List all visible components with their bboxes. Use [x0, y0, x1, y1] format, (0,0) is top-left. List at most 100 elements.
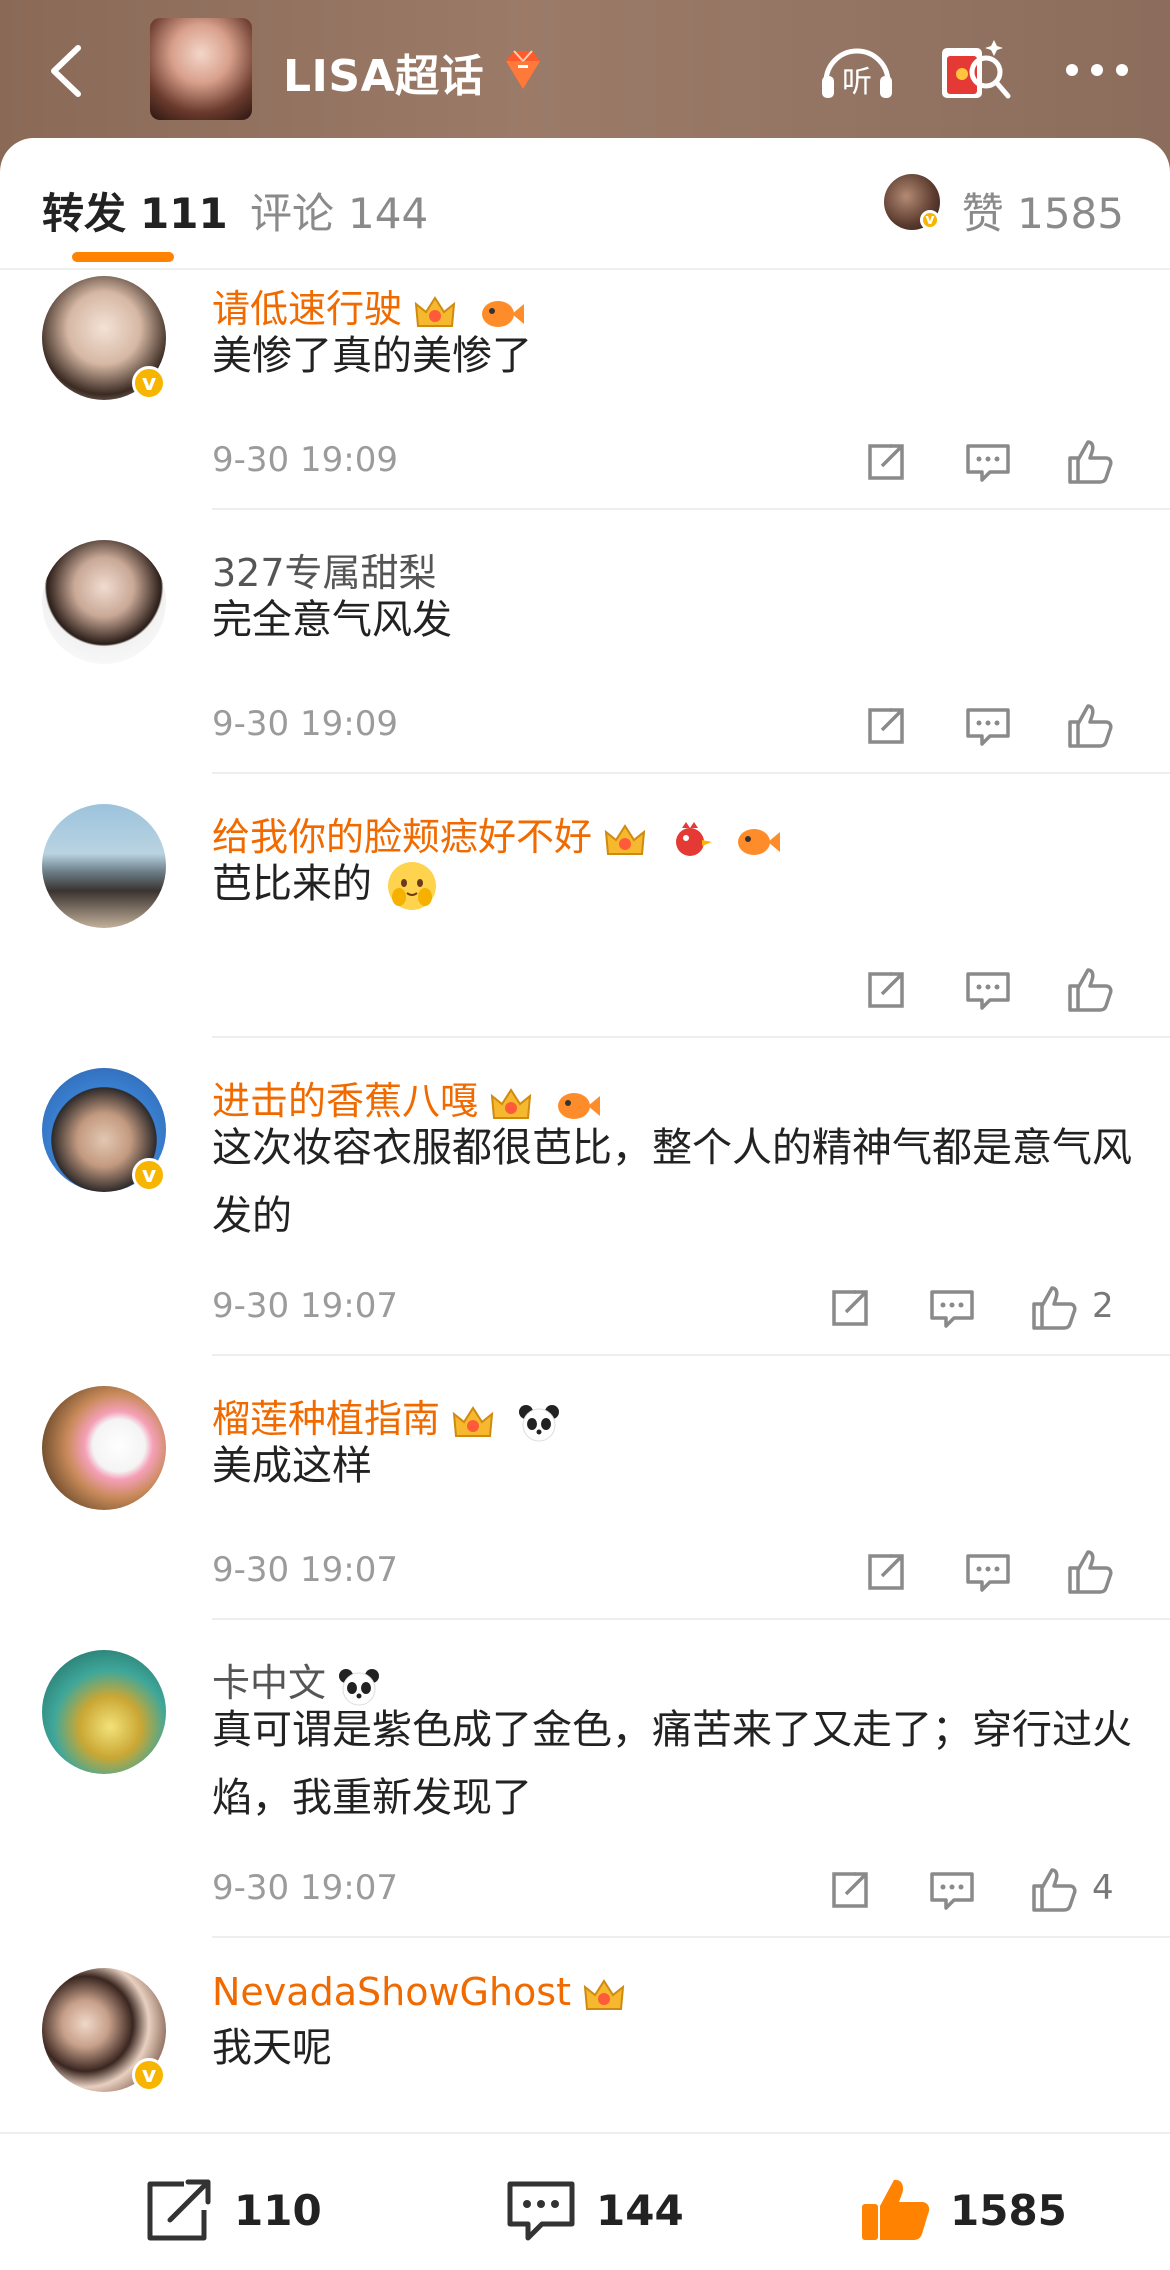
svg-text:听: 听 [842, 65, 872, 100]
tab-comment[interactable]: 评论 144 [250, 180, 428, 241]
avatar[interactable]: v [42, 1068, 166, 1192]
listen-button[interactable]: 听 [812, 26, 902, 116]
share-button[interactable] [858, 962, 914, 1018]
like-count: 4 [1092, 1868, 1114, 1908]
comment-actions [858, 962, 1128, 1018]
thumbs-up-icon [1068, 1550, 1113, 1594]
more-button[interactable] [1052, 26, 1142, 116]
avatar-image [42, 1386, 166, 1510]
avatar-image [42, 804, 166, 928]
page-title[interactable]: LISA超话 [283, 40, 484, 104]
comment-time: 9-30 19:09 [212, 440, 398, 480]
repost-button[interactable]: 110 [140, 2174, 340, 2244]
share-button[interactable] [822, 1280, 878, 1336]
like-button[interactable]: 2 [1026, 1280, 1114, 1336]
divider [212, 1036, 1170, 1038]
like-count: 1585 [950, 2186, 1067, 2235]
comment-text: 完全意气风发 [212, 597, 452, 643]
comment-icon [507, 2181, 575, 2241]
share-icon [147, 2179, 211, 2241]
like-count: 2 [1092, 1286, 1114, 1326]
comment-count: 144 [596, 2186, 684, 2235]
divider [212, 772, 1170, 774]
share-button[interactable] [858, 698, 914, 754]
bottom-action-bar: 110 144 1585 [0, 2132, 1170, 2270]
avatar-image [42, 540, 166, 664]
avatar[interactable] [42, 804, 166, 928]
divider [212, 508, 1170, 510]
comment-time: 9-30 19:07 [212, 1286, 398, 1326]
share-icon [868, 444, 904, 480]
comment-actions [858, 698, 1128, 754]
comment-button[interactable] [960, 434, 1016, 490]
comment-icon [930, 1872, 974, 1910]
comment-text-content: 芭比来的 [212, 861, 372, 907]
comment-time: 9-30 19:07 [212, 1868, 398, 1908]
like-button[interactable] [1062, 1544, 1118, 1600]
thumbs-up-icon [1068, 440, 1113, 484]
divider [212, 1618, 1170, 1620]
like-button[interactable] [1062, 434, 1118, 490]
thumbs-up-icon [1068, 968, 1113, 1012]
comment-icon [966, 972, 1010, 1010]
comment-button[interactable] [924, 1862, 980, 1918]
share-button[interactable] [822, 1862, 878, 1918]
comment-button[interactable] [960, 698, 1016, 754]
comment-icon [966, 1554, 1010, 1592]
share-icon [868, 1554, 904, 1590]
thumbs-up-icon [1068, 704, 1113, 748]
supertopic-avatar[interactable] [150, 18, 252, 120]
tab-bar: 转发 111 评论 144 v 赞 1585 [0, 138, 1170, 270]
comment-actions: 2 [822, 1280, 1128, 1336]
gift-button[interactable] [930, 26, 1020, 116]
comment-actions: 4 [822, 1862, 1128, 1918]
divider [212, 1936, 1170, 1938]
like-button[interactable] [1062, 698, 1118, 754]
likes-count: 赞 1585 [961, 189, 1124, 238]
share-icon [832, 1872, 868, 1908]
user-name[interactable]: NevadaShowGhost [212, 1970, 633, 2017]
share-button[interactable] [858, 1544, 914, 1600]
avatar[interactable]: v [42, 1968, 166, 2092]
comment-button[interactable] [960, 962, 1016, 1018]
comment-text: 美成这样 [212, 1443, 372, 1489]
comment-icon [966, 444, 1010, 482]
comment-text: 美惨了真的美惨了 [212, 333, 532, 379]
like-button[interactable]: 4 [1026, 1862, 1114, 1918]
avatar-image [42, 1650, 166, 1774]
like-button[interactable] [1062, 962, 1118, 1018]
avatar[interactable] [42, 1650, 166, 1774]
crown-icon [579, 1975, 629, 2017]
comment-button[interactable] [960, 1544, 1016, 1600]
comment-text: 芭比来的 [212, 850, 1112, 918]
comment-button[interactable]: 144 [502, 2174, 702, 2244]
gem-icon [506, 50, 540, 89]
comment-text: 我天呢 [212, 2025, 332, 2071]
avatar[interactable]: v [42, 276, 166, 400]
verified-badge: v [920, 210, 940, 230]
touched-emoji-icon [387, 862, 436, 910]
chevron-left-icon [51, 45, 81, 97]
comment-text: 这次妆容衣服都很芭比，整个人的精神气都是意气风发的 [212, 1125, 1132, 1239]
comment-text: 真可谓是紫色成了金色，痛苦来了又走了；穿行过火焰，我重新发现了 [212, 1707, 1132, 1821]
share-icon [868, 708, 904, 744]
like-button[interactable]: 1585 [856, 2174, 1076, 2244]
divider [0, 268, 1170, 270]
tab-comment-label: 评论 [250, 189, 335, 238]
share-button[interactable] [858, 434, 914, 490]
comment-button[interactable] [924, 1280, 980, 1336]
avatar[interactable] [42, 1386, 166, 1510]
back-button[interactable] [34, 36, 104, 106]
repost-count: 110 [234, 2186, 322, 2235]
comment-icon [966, 708, 1010, 746]
verified-badge: v [132, 1158, 166, 1192]
avatar[interactable] [42, 540, 166, 664]
comment-actions [858, 1544, 1128, 1600]
comment-time: 9-30 19:09 [212, 704, 398, 744]
share-icon [868, 972, 904, 1008]
liker-avatar: v [884, 174, 940, 230]
red-envelope-icon [942, 40, 1011, 99]
tab-repost-count: 111 [140, 189, 228, 238]
tab-repost[interactable]: 转发 111 [42, 180, 228, 241]
active-tab-indicator [72, 252, 174, 262]
